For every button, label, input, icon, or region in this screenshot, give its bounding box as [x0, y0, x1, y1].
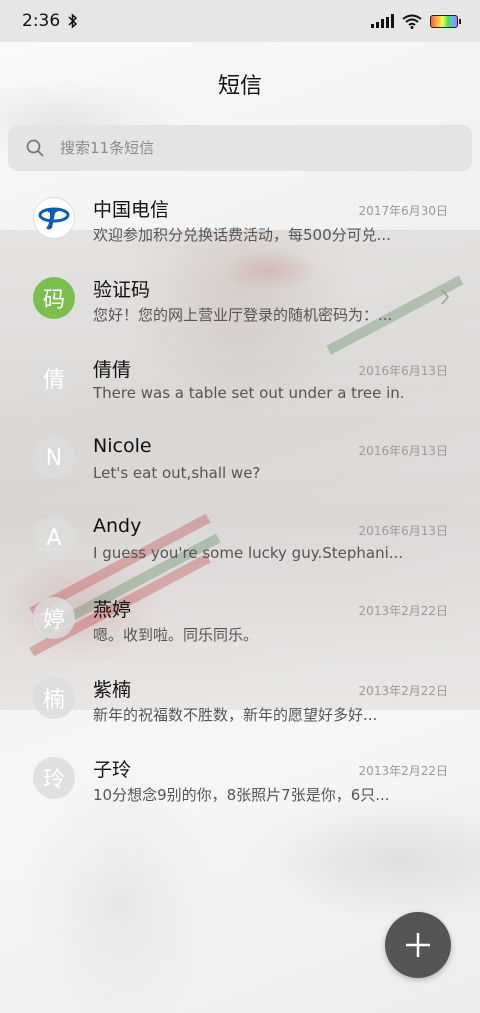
- battery-icon: [430, 14, 461, 28]
- contact-name: Nicole: [93, 435, 152, 457]
- contact-name: Andy: [93, 515, 142, 537]
- telecom-logo-avatar: [33, 197, 75, 239]
- message-date: 2013年2月22日: [358, 684, 448, 698]
- search-input[interactable]: [60, 139, 440, 157]
- contact-name: 倩倩: [93, 359, 132, 381]
- message-preview: There was a table set out under a tree i…: [93, 384, 403, 402]
- conversation-item[interactable]: 玲 子玲 2013年2月22日 10分想念9别的你，8张照片7张是你，6只...: [0, 740, 480, 820]
- plus-icon: [406, 933, 430, 957]
- contact-name: 紫楠: [93, 679, 132, 701]
- page-title: 短信: [217, 74, 262, 99]
- message-preview: 嗯。收到啦。同乐同乐。: [93, 626, 259, 644]
- contact-name: 子玲: [93, 759, 132, 781]
- avatar: A: [33, 517, 75, 559]
- bluetooth-icon: [68, 13, 78, 29]
- avatar: N: [33, 437, 75, 479]
- conversation-list: 中国电信 2017年6月30日 欢迎参加积分兑换话费活动，每500分可兑... …: [0, 180, 480, 820]
- china-telecom-logo-icon: [38, 207, 70, 230]
- avatar: 楠: [33, 677, 75, 719]
- avatar: 玲: [33, 757, 75, 799]
- message-preview: Let's eat out,shall we?: [93, 464, 261, 482]
- search-bar[interactable]: [8, 125, 472, 171]
- conversation-item[interactable]: A Andy 2016年6月13日 I guess you're some lu…: [0, 500, 480, 580]
- contact-name: 验证码: [93, 279, 151, 301]
- message-date: 2016年6月13日: [358, 524, 448, 538]
- search-icon: [26, 139, 44, 157]
- message-preview: I guess you're some lucky guy.Stephani..…: [93, 544, 403, 562]
- message-preview: 欢迎参加积分兑换话费活动，每500分可兑...: [93, 226, 391, 244]
- message-preview: 您好！您的网上营业厅登录的随机密码为：...: [93, 306, 393, 324]
- message-date: 2013年2月22日: [358, 764, 448, 778]
- message-preview: 新年的祝福数不胜数，新年的愿望好多好...: [93, 706, 378, 724]
- new-message-button[interactable]: [385, 912, 451, 978]
- message-date: 2017年6月30日: [358, 204, 448, 218]
- avatar: 码: [33, 277, 75, 319]
- avatar: 倩: [33, 357, 75, 399]
- status-bar: 2:36: [0, 0, 480, 42]
- message-date: 2013年2月22日: [358, 604, 448, 618]
- conversation-item[interactable]: 楠 紫楠 2013年2月22日 新年的祝福数不胜数，新年的愿望好多好...: [0, 660, 480, 740]
- wifi-icon: [402, 14, 422, 29]
- contact-name: 中国电信: [93, 199, 170, 221]
- conversation-item[interactable]: N Nicole 2016年6月13日 Let's eat out,shall …: [0, 420, 480, 500]
- conversation-item[interactable]: 婷 燕婷 2013年2月22日 嗯。收到啦。同乐同乐。: [0, 580, 480, 660]
- message-date: 2016年6月13日: [358, 364, 448, 378]
- avatar: 婷: [33, 597, 75, 639]
- conversation-item[interactable]: 中国电信 2017年6月30日 欢迎参加积分兑换话费活动，每500分可兑...: [0, 180, 480, 260]
- signal-icon: [371, 14, 394, 28]
- conversation-item[interactable]: 倩 倩倩 2016年6月13日 There was a table set ou…: [0, 340, 480, 420]
- chevron-right-icon[interactable]: [440, 288, 450, 306]
- message-date: 2016年6月13日: [358, 444, 448, 458]
- conversation-item[interactable]: 码 验证码 您好！您的网上营业厅登录的随机密码为：...: [0, 260, 480, 340]
- status-time: 2:36: [22, 11, 61, 31]
- contact-name: 燕婷: [93, 599, 132, 621]
- message-preview: 10分想念9别的你，8张照片7张是你，6只...: [93, 786, 390, 804]
